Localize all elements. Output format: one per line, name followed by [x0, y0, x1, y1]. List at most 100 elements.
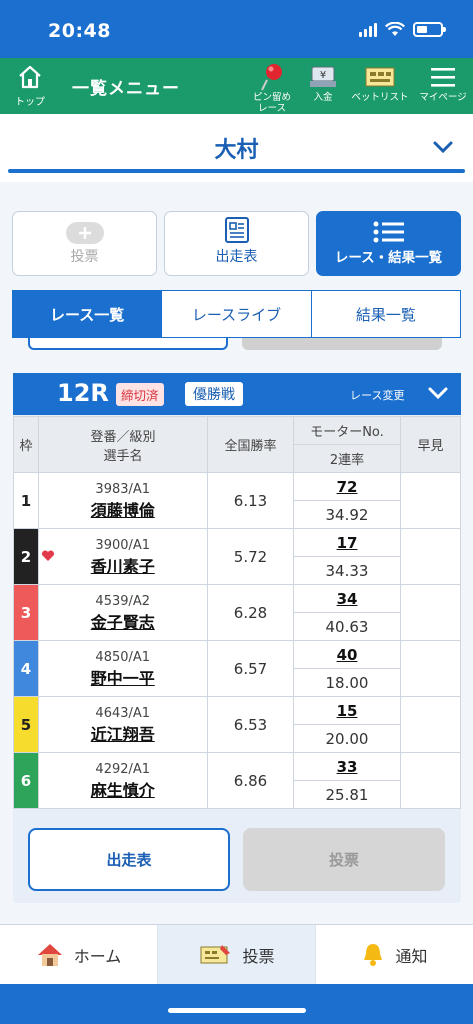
racer-row: 5 4643/A1 近江翔吾 6.53 15	[13, 696, 461, 753]
tab-results[interactable]: 結果一覧	[310, 291, 460, 337]
player-reg: 4539/A2	[95, 593, 151, 609]
win-rate: 6.86	[207, 752, 294, 809]
win-rate: 6.53	[207, 696, 294, 753]
pin-icon	[261, 64, 282, 91]
player-reg: 4292/A1	[95, 761, 151, 777]
motor-rate: 40.63	[293, 612, 401, 641]
mypage-button[interactable]: マイページ	[416, 62, 470, 103]
motor-rate: 20.00	[293, 724, 401, 753]
race-tabs: レース一覧 レースライブ 結果一覧	[12, 290, 461, 338]
race-card: 12R 締切済 優勝戦 レース変更 枠 登番／級別 選手名 全国勝率 モーターN…	[13, 373, 461, 903]
vote-card-button-disabled[interactable]: 投票	[243, 828, 445, 891]
frame-number: 2	[13, 528, 39, 585]
previous-card-button[interactable]	[28, 338, 228, 350]
venue-name: 大村	[214, 138, 259, 163]
win-rate: 6.28	[207, 584, 294, 641]
racer-row: 6 4292/A1 麻生慎介 6.86 33	[13, 752, 461, 809]
early-cell	[400, 472, 461, 529]
bottom-tab-vote[interactable]: 投票	[157, 925, 315, 984]
racer-row: 4 4850/A1 野中一平 6.57 40	[13, 640, 461, 697]
favorite-cell[interactable]	[38, 752, 57, 809]
race-results-button[interactable]: レース・結果一覧	[316, 211, 461, 276]
home-indicator[interactable]	[168, 1008, 306, 1013]
player-name-link[interactable]: 香川素子	[57, 556, 190, 578]
player-name-link[interactable]: 須藤博倫	[57, 500, 190, 522]
signal-icon	[359, 22, 377, 37]
bottom-tab-notifications[interactable]: 通知	[315, 925, 473, 984]
player-name-link[interactable]: 麻生慎介	[57, 780, 190, 802]
entry-list-label: 出走表	[215, 249, 258, 265]
bottom-tab-notifications-label: 通知	[395, 946, 428, 966]
previous-card-button-disabled	[242, 338, 442, 350]
betlist-label: ベットリスト	[351, 92, 409, 103]
win-rate: 6.13	[207, 472, 294, 529]
bottom-tab-vote-label: 投票	[242, 946, 275, 966]
motor-number-link[interactable]: 72	[293, 472, 401, 501]
pinned-races-button[interactable]: ピン留め レース	[246, 62, 298, 114]
bottom-tab-bar: ホーム 投票 通知	[0, 924, 473, 984]
vote-label: 投票	[70, 249, 99, 265]
motor-number-link[interactable]: 15	[293, 696, 401, 725]
header-early: 早見	[400, 416, 461, 473]
deposit-label: 入金	[313, 92, 333, 103]
battery-icon	[413, 22, 446, 37]
player-cell: 4850/A1 野中一平	[56, 640, 208, 697]
chevron-down-icon[interactable]	[427, 385, 449, 401]
early-cell	[400, 528, 461, 585]
favorite-cell[interactable]	[38, 472, 57, 529]
motor-number-link[interactable]: 33	[293, 752, 401, 781]
race-header: 12R 締切済 優勝戦 レース変更	[13, 373, 461, 415]
house-icon	[37, 943, 62, 966]
player-name-link[interactable]: 近江翔吾	[57, 724, 190, 746]
tab-race-list[interactable]: レース一覧	[13, 291, 162, 337]
plus-icon	[65, 222, 104, 244]
header-win-rate: 全国勝率	[207, 416, 294, 473]
header-player-line1: 登番／級別	[90, 429, 156, 445]
early-cell	[400, 752, 461, 809]
motor-number-link[interactable]: 40	[293, 640, 401, 669]
player-name-link[interactable]: 金子賢志	[57, 612, 190, 634]
early-cell	[400, 584, 461, 641]
hamburger-icon	[431, 68, 455, 87]
favorite-cell[interactable]	[38, 640, 57, 697]
venue-selector[interactable]: 大村	[0, 114, 473, 182]
heart-icon	[41, 550, 54, 561]
player-name-link[interactable]: 野中一平	[57, 668, 190, 690]
early-cell	[400, 696, 461, 753]
clock: 20:48	[48, 20, 111, 42]
status-badge: 締切済	[116, 383, 164, 406]
betlist-button[interactable]: ベットリスト	[349, 62, 411, 103]
status-bar: 20:48	[0, 0, 473, 58]
entry-list-button[interactable]: 出走表	[164, 211, 309, 276]
header-frame: 枠	[13, 416, 39, 473]
player-reg: 4850/A1	[95, 649, 151, 665]
ticket-icon	[200, 944, 231, 963]
racer-row: 1 3983/A1 須藤博倫 6.13 72	[13, 472, 461, 529]
racer-table: 枠 登番／級別 選手名 全国勝率 モーターNo. 早見 2連率 1 3983/A1…	[13, 416, 461, 809]
vote-button-disabled[interactable]: 投票	[12, 211, 157, 276]
favorite-cell[interactable]	[38, 584, 57, 641]
bottom-tab-home[interactable]: ホーム	[0, 925, 157, 984]
player-cell: 3983/A1 須藤博倫	[56, 472, 208, 529]
motor-rate: 34.92	[293, 500, 401, 529]
entry-list-card-button[interactable]: 出走表	[28, 828, 230, 891]
betlist-icon	[365, 67, 395, 87]
home-indicator-bar	[0, 984, 473, 1024]
motor-number-link[interactable]: 34	[293, 584, 401, 613]
tab-race-live[interactable]: レースライブ	[161, 291, 310, 337]
motor-number-link[interactable]: 17	[293, 528, 401, 557]
deposit-icon: ¥	[310, 66, 336, 87]
bell-icon	[364, 943, 383, 966]
motor-rate: 18.00	[293, 668, 401, 697]
motor-rate: 25.81	[293, 780, 401, 809]
favorite-cell[interactable]	[38, 696, 57, 753]
deposit-button[interactable]: ¥ 入金	[302, 62, 344, 103]
frame-number: 6	[13, 752, 39, 809]
document-icon	[224, 217, 249, 243]
race-change-button[interactable]: レース変更	[350, 387, 404, 403]
favorite-cell[interactable]	[38, 528, 57, 585]
top-home-button[interactable]: トップ	[10, 64, 50, 108]
frame-number: 5	[13, 696, 39, 753]
win-rate: 6.57	[207, 640, 294, 697]
menu-title[interactable]: 一覧メニュー	[72, 74, 180, 99]
